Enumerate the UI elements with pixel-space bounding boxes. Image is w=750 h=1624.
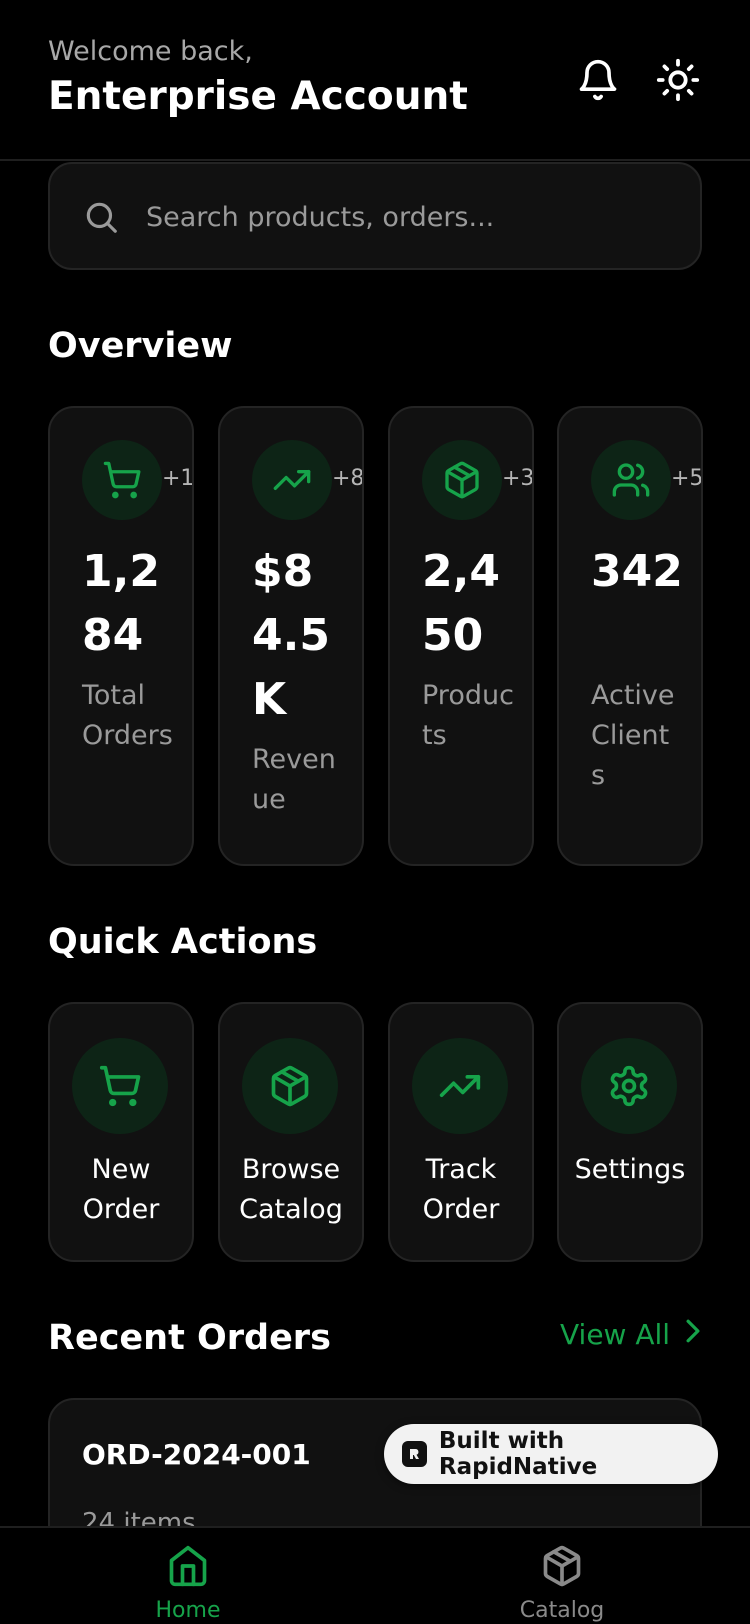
quick-actions-title: Quick Actions bbox=[48, 922, 318, 962]
built-with-badge[interactable]: Built with RapidNative bbox=[384, 1424, 718, 1484]
chevron-right-icon bbox=[684, 1318, 702, 1351]
search-bar[interactable] bbox=[48, 162, 702, 270]
stat-card-revenue[interactable]: +8.2% $84.5K Revenue bbox=[218, 406, 364, 866]
stat-change: +5.7% bbox=[671, 466, 703, 491]
tab-label: Home bbox=[155, 1598, 221, 1623]
sun-icon[interactable] bbox=[650, 52, 706, 108]
home-icon bbox=[166, 1544, 210, 1592]
bell-icon[interactable] bbox=[570, 52, 626, 108]
browse-catalog-button[interactable]: Browse Catalog bbox=[218, 1002, 364, 1262]
action-label: New Order bbox=[82, 1154, 160, 1225]
order-id: ORD-2024-001 bbox=[82, 1438, 311, 1471]
action-label: Track Order bbox=[422, 1154, 500, 1225]
stat-value: 342 bbox=[591, 546, 683, 597]
stat-value: 1,284 bbox=[82, 546, 160, 661]
settings-button[interactable]: Settings bbox=[557, 1002, 703, 1262]
overview-title: Overview bbox=[48, 326, 233, 366]
users-icon bbox=[591, 440, 671, 520]
search-input[interactable] bbox=[146, 194, 666, 240]
stat-value: $84.5K bbox=[252, 546, 330, 725]
rapidnative-logo-icon bbox=[402, 1441, 427, 1467]
tab-home[interactable]: Home bbox=[98, 1528, 278, 1624]
tab-catalog[interactable]: Catalog bbox=[472, 1528, 652, 1624]
view-all-link[interactable]: View All bbox=[560, 1318, 702, 1351]
stat-label: Revenue bbox=[252, 744, 336, 815]
stat-label: Active Clients bbox=[591, 680, 675, 791]
stat-card-total-orders[interactable]: +12.5 1,284 Total Orders bbox=[48, 406, 194, 866]
stat-label: Products bbox=[422, 680, 514, 751]
stat-change: +3.1% bbox=[502, 466, 534, 491]
stat-value: 2,450 bbox=[422, 546, 500, 661]
package-icon bbox=[242, 1038, 338, 1134]
cart-icon bbox=[82, 440, 162, 520]
tab-label: Catalog bbox=[519, 1598, 605, 1623]
view-all-label: View All bbox=[560, 1318, 671, 1351]
new-order-button[interactable]: New Order bbox=[48, 1002, 194, 1262]
recent-orders-title: Recent Orders bbox=[48, 1318, 331, 1358]
welcome-text: Welcome back, bbox=[48, 36, 253, 67]
package-icon bbox=[422, 440, 502, 520]
track-order-button[interactable]: Track Order bbox=[388, 1002, 534, 1262]
stat-card-active-clients[interactable]: +5.7% 342 Active Clients bbox=[557, 406, 703, 866]
stat-label: Total Orders bbox=[82, 680, 173, 751]
bottom-tab-bar: Home Catalog bbox=[0, 1526, 750, 1624]
header: Welcome back, Enterprise Account bbox=[0, 0, 750, 161]
action-label: Settings bbox=[574, 1154, 686, 1185]
stat-change: +8.2% bbox=[332, 466, 364, 491]
stat-change: +12.5 bbox=[162, 466, 194, 491]
package-icon bbox=[540, 1544, 584, 1592]
cart-icon bbox=[72, 1038, 168, 1134]
stat-card-products[interactable]: +3.1% 2,450 Products bbox=[388, 406, 534, 866]
trending-up-icon bbox=[412, 1038, 508, 1134]
badge-text: Built with RapidNative bbox=[438, 1428, 598, 1480]
trending-up-icon bbox=[252, 440, 332, 520]
account-name: Enterprise Account bbox=[48, 74, 468, 119]
gear-icon bbox=[581, 1038, 677, 1134]
action-label: Browse Catalog bbox=[239, 1154, 343, 1225]
search-icon bbox=[82, 198, 120, 240]
